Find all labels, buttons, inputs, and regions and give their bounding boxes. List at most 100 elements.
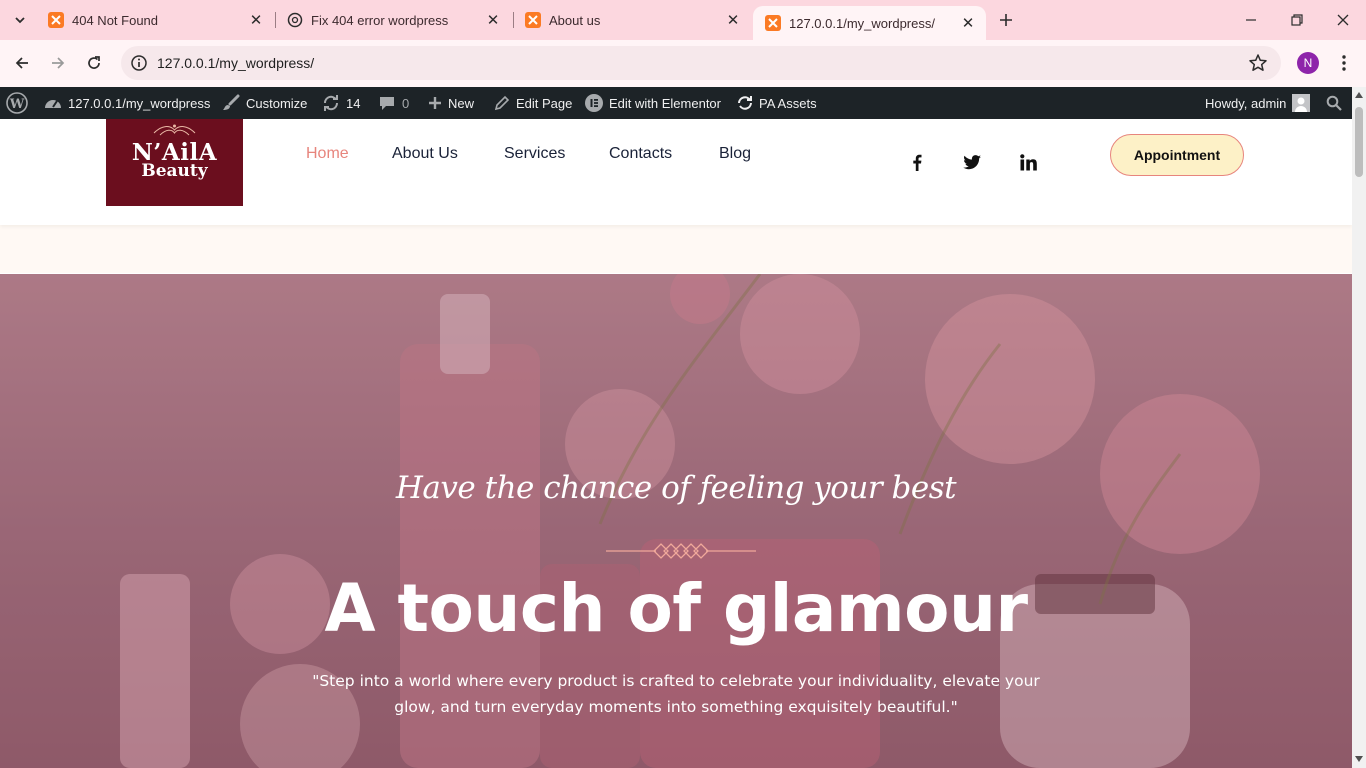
arrow-left-icon [15,57,28,69]
nav-blog[interactable]: Blog [719,145,751,163]
scroll-up-arrow[interactable] [1354,90,1364,100]
triangle-down-icon [1355,756,1363,762]
hero-tagline: Have the chance of feeling your best [395,470,957,506]
new-label: New [448,95,475,111]
nav-services[interactable]: Services [504,145,565,163]
hero-text: "Step into a world where every product i… [312,672,1040,716]
browser-tab[interactable]: About us ✕ [513,0,751,40]
nav-about-us[interactable]: About Us [392,145,458,163]
browser-menu-button[interactable] [1334,51,1354,75]
comment-icon [380,97,394,110]
admin-bar-new[interactable]: New [428,87,474,119]
scrollbar-thumb[interactable] [1355,107,1363,177]
more-vertical-icon [1342,55,1346,71]
edit-page-label: Edit Page [516,95,573,111]
admin-bar-my-account[interactable]: Howdy, admin [1205,87,1311,119]
pa-assets-label: PA Assets [759,95,817,111]
arrow-right-icon [52,57,65,69]
linkedin-link[interactable] [1019,153,1037,171]
scroll-down-arrow[interactable] [1354,754,1364,764]
chatgpt-icon [287,12,303,28]
restore-button[interactable] [1274,0,1320,40]
reload-icon [88,56,100,69]
avatar [1292,94,1311,112]
xampp-icon [765,15,781,31]
header-spacer [0,225,1352,273]
admin-bar-edit-elementor[interactable]: Edit with Elementor [585,87,721,119]
site-header: N’AilA Beauty Home About Us Services Con… [0,119,1352,225]
hero-section: Have the chance of feeling your best A t… [0,274,1352,768]
admin-bar-updates[interactable]: 14 [322,87,360,119]
page-scrollbar[interactable] [1352,87,1366,768]
search-icon [1326,95,1342,111]
new-tab-button[interactable] [994,8,1018,32]
updates-count: 14 [346,95,361,111]
xampp-icon [48,12,64,28]
ornament-divider-icon [606,543,756,559]
close-icon[interactable]: ✕ [483,10,503,30]
admin-bar-customize[interactable]: Customize [222,87,307,119]
svg-text:W: W [9,97,25,112]
admin-bar-edit-page[interactable]: Edit Page [494,87,572,119]
address-url[interactable]: 127.0.0.1/my_wordpress/ [157,55,314,71]
appointment-button[interactable]: Appointment [1110,134,1244,176]
site-logo[interactable]: N’AilA Beauty [106,119,243,206]
tab-title: Fix 404 error wordpress [311,12,449,28]
close-icon [1337,14,1349,26]
browser-tab[interactable]: 404 Not Found ✕ [36,0,274,40]
profile-avatar[interactable]: N [1297,52,1319,74]
site-name-label: 127.0.0.1/my_wordpress [68,95,211,111]
customize-label: Customize [246,95,308,111]
chevron-down-icon [15,17,25,24]
star-icon[interactable] [1248,53,1268,73]
admin-bar-pa-assets[interactable]: PA Assets [737,87,817,119]
site-page: N’AilA Beauty Home About Us Services Con… [0,119,1352,768]
plus-icon [429,97,441,109]
admin-bar-site-name[interactable]: 127.0.0.1/my_wordpress [44,87,210,119]
linkedin-icon [1019,153,1037,170]
forward-button[interactable] [44,49,72,77]
close-icon[interactable]: ✕ [723,10,743,30]
triangle-up-icon [1355,92,1363,98]
browser-tab[interactable]: Fix 404 error wordpress ✕ [275,0,511,40]
tab-title: About us [549,12,601,28]
browser-tab-active[interactable]: 127.0.0.1/my_wordpress/ ✕ [753,6,986,40]
restore-icon [1291,14,1303,26]
plus-icon [1000,14,1012,26]
xampp-icon [525,12,541,28]
howdy-label: Howdy, admin [1205,95,1287,111]
minimize-button[interactable] [1228,0,1274,40]
tab-search-button[interactable] [6,6,34,34]
pencil-icon [494,95,510,111]
nav-contacts[interactable]: Contacts [609,145,672,163]
back-button[interactable] [8,49,36,77]
wordpress-icon: W [6,92,28,114]
facebook-icon [913,154,922,171]
hero-title: A touch of glamour [324,570,1028,647]
refresh-icon [738,96,752,110]
facebook-link[interactable] [908,153,926,171]
tab-title: 404 Not Found [72,12,159,28]
close-window-button[interactable] [1320,0,1366,40]
admin-bar-comments[interactable]: 0 [378,87,409,119]
logo-line-2: Beauty [141,161,208,181]
minimize-icon [1246,19,1256,21]
reload-button[interactable] [80,49,108,77]
wp-admin-bar: W 127.0.0.1/my_wordpress Customize 14 0 … [0,87,1352,119]
comments-count: 0 [402,95,410,111]
dashboard-icon [45,100,61,108]
close-icon[interactable]: ✕ [958,13,978,33]
close-icon[interactable]: ✕ [246,10,266,30]
twitter-icon [963,154,981,169]
wp-logo-menu[interactable]: W [6,87,28,119]
brush-icon [223,94,240,110]
admin-bar-search[interactable] [1326,87,1342,119]
tab-title: 127.0.0.1/my_wordpress/ [789,15,935,31]
updates-icon [323,95,339,111]
nav-home[interactable]: Home [306,145,349,163]
info-icon[interactable] [130,54,148,72]
ornament-icon [153,124,196,136]
twitter-link[interactable] [963,153,981,171]
elementor-icon [585,94,603,112]
edit-elementor-label: Edit with Elementor [609,95,721,111]
